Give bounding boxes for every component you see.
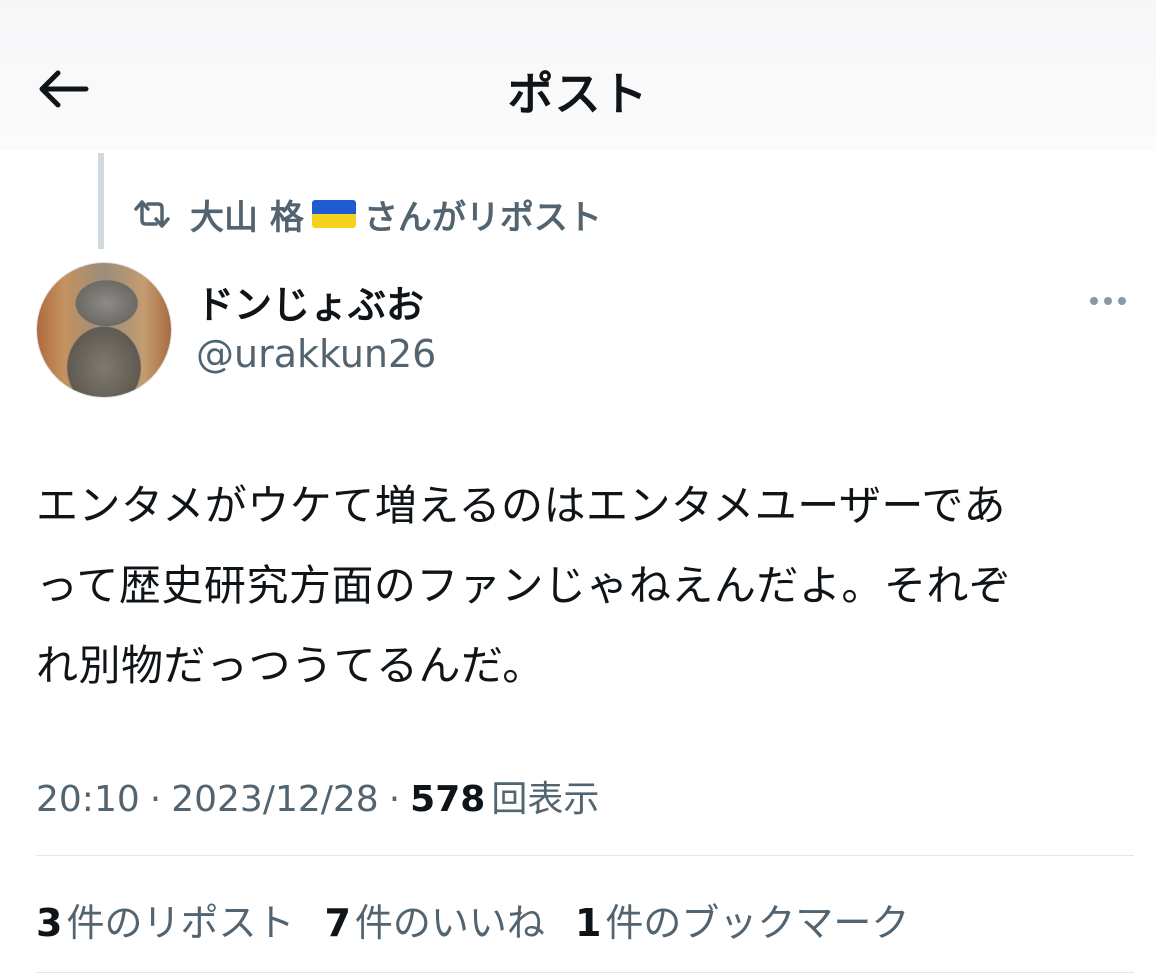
repost-icon	[134, 200, 170, 228]
bookmarks-label: 件のブックマーク	[605, 901, 910, 945]
more-dot	[1118, 297, 1126, 305]
tweet-time[interactable]: 20:10	[36, 779, 140, 820]
tweet-line: れ別物だっつうてるんだ。	[36, 641, 545, 690]
likes-stat[interactable]: 7 件のいいね	[324, 892, 544, 947]
tweet-line: エンタメがウケて増えるのはエンタメユーザーであ	[36, 481, 1006, 530]
reposter-name[interactable]: 大山 格	[190, 190, 304, 239]
divider	[36, 972, 1134, 973]
avatar[interactable]	[36, 262, 172, 398]
meta-separator: ·	[149, 779, 162, 820]
thread-line	[98, 153, 104, 249]
more-dot	[1090, 297, 1098, 305]
bookmarks-stat[interactable]: 1 件のブックマーク	[575, 892, 909, 947]
tweet-line: って歴史研究方面のファンじゃねえんだよ。それぞ	[36, 561, 1012, 610]
repost-indicator: 大山 格 さんがリポスト	[132, 190, 602, 238]
page-title: ポスト	[507, 67, 649, 121]
likes-count: 7	[324, 901, 351, 945]
ukraine-flag-icon	[311, 200, 356, 228]
likes-label: 件のいいね	[354, 901, 545, 945]
more-options-button[interactable]	[1082, 284, 1134, 318]
reposts-label: 件のリポスト	[66, 901, 295, 945]
engagement-stats: 3 件のリポスト 7 件のいいね 1 件のブックマーク	[36, 892, 939, 947]
author-handle[interactable]: @urakkun26	[196, 332, 436, 376]
more-dot	[1104, 297, 1112, 305]
views-label[interactable]: 回表示	[491, 770, 599, 822]
divider	[36, 855, 1134, 856]
views-count[interactable]: 578	[410, 779, 485, 820]
bookmarks-count: 1	[574, 901, 602, 945]
top-bar: ポスト	[0, 0, 1156, 150]
tweet-date[interactable]: 2023/12/28	[171, 779, 379, 820]
repost-suffix: さんがリポスト	[363, 197, 602, 238]
author-display-name[interactable]: ドンじょぶお	[196, 274, 424, 329]
reposts-stat[interactable]: 3 件のリポスト	[36, 892, 294, 947]
tweet-meta: 20:10 · 2023/12/28 · 578 回表示	[36, 770, 599, 822]
meta-separator: ·	[388, 779, 401, 820]
reposts-count: 3	[36, 901, 63, 945]
tweet-text: エンタメがウケて増えるのはエンタメユーザーであ って歴史研究方面のファンじゃねえ…	[36, 466, 1132, 706]
